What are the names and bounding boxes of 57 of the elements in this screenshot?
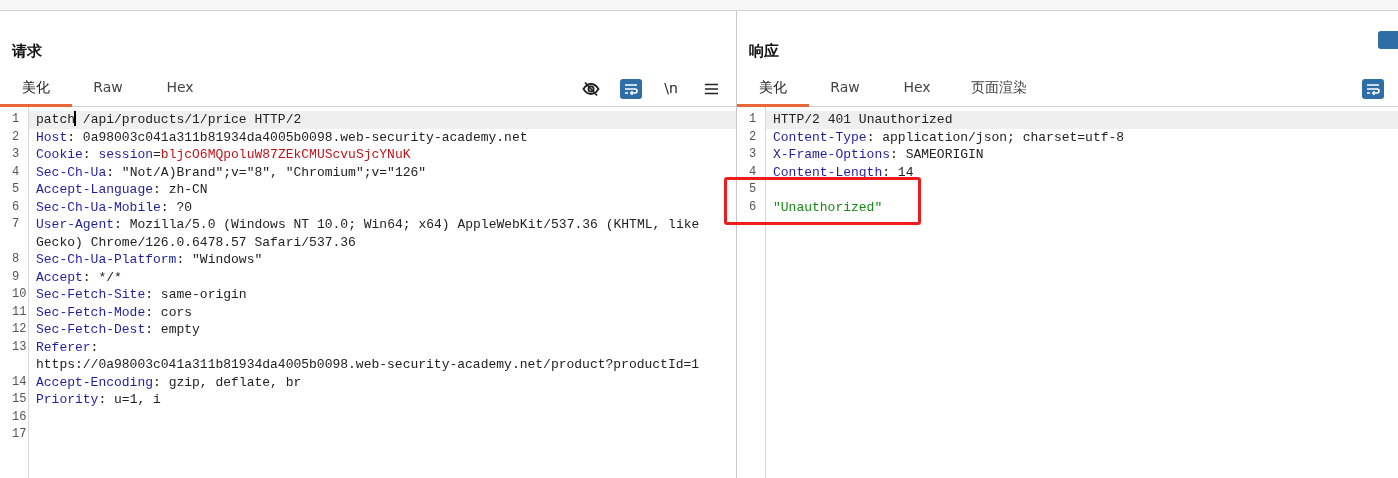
tab[interactable]: Hex [881,70,953,107]
text-cursor [74,111,76,126]
eye-off-icon [582,80,600,97]
line-number: 6 [11,198,21,216]
wrap-button[interactable] [1362,78,1384,99]
tab[interactable]: Raw [809,70,881,107]
line-number: 15 [11,391,28,408]
wrap-icon [1365,81,1381,96]
tab[interactable]: 美化 [737,70,809,107]
newline-toggle[interactable]: \n [660,78,682,99]
panel-title: 响应 [748,41,779,62]
line-number: 13 [11,338,28,356]
code-line: Sec-Ch-Ua: "Not/A)Brand";v="8", "Chromium";v="126" [35,163,428,181]
code-line: Content-Length: 14 [772,163,915,181]
line-number: 14 [11,373,28,391]
line-number: 2 [11,128,21,146]
code-line: Priority: u=1, i [35,391,162,409]
line-number: 5 [11,181,21,198]
line-number: 3 [11,146,21,163]
line-number: 2 [748,128,758,146]
line-number: 9 [11,268,21,286]
code-line: Cookie: session=bljcO6MQpoluW87ZEkCMUScvuSjcYNuK [35,146,412,164]
line-number: 11 [11,303,28,321]
line-number: 16 [11,408,28,426]
tab[interactable]: Hex [144,70,216,107]
tab[interactable]: Raw [72,70,144,107]
code-line: Sec-Fetch-Mode: cors [35,303,194,321]
line-number: 8 [11,251,21,268]
panel-title: 请求 [10,41,42,62]
code-line: Content-Type: application/json; charset=utf-8 [772,128,1126,146]
code-line: Sec-Fetch-Site: same-origin [35,286,248,304]
line-number: 1 [11,111,21,128]
code-line: X-Frame-Options: SAMEORIGIN [772,146,985,164]
wrap-icon [623,81,639,96]
line-number: 1 [748,111,758,128]
line-number: 5 [748,181,758,198]
code-line: Sec-Ch-Ua-Platform: "Windows" [35,251,264,269]
line-number: 6 [748,198,758,216]
code-line: "Unauthorized" [772,198,884,216]
code-line: Sec-Ch-Ua-Mobile: ?0 [35,198,194,216]
line-number: 12 [11,321,28,338]
line-number: 7 [11,216,21,233]
code-line: User-Agent: Mozilla/5.0 (Windows NT 10.0; Win64; x64) AppleWebKit/537.36 (KHTML, like Gecko) Chrome/126.0.6478.57 Safari/537.36 [35,216,701,251]
line-number: 4 [11,163,21,181]
tab[interactable]: 美化 [0,70,72,107]
code-line: Host: 0a98003c041a311b81934da4005b0098.web-security-academy.net [35,128,529,146]
line-number: 10 [11,286,28,303]
code-line: Accept-Language: zh-CN [35,181,209,199]
wrap-button[interactable] [620,78,642,99]
code-line: Sec-Fetch-Dest: empty [35,321,201,339]
line-number: 17 [11,426,28,443]
code-line: Accept: */* [35,268,123,286]
menu-icon [704,82,718,95]
code-line: Accept-Encoding: gzip, deflate, br [35,373,303,391]
line-number: 3 [748,146,758,163]
tab[interactable]: 页面渲染 [953,70,1045,107]
line-number: 4 [748,163,758,181]
